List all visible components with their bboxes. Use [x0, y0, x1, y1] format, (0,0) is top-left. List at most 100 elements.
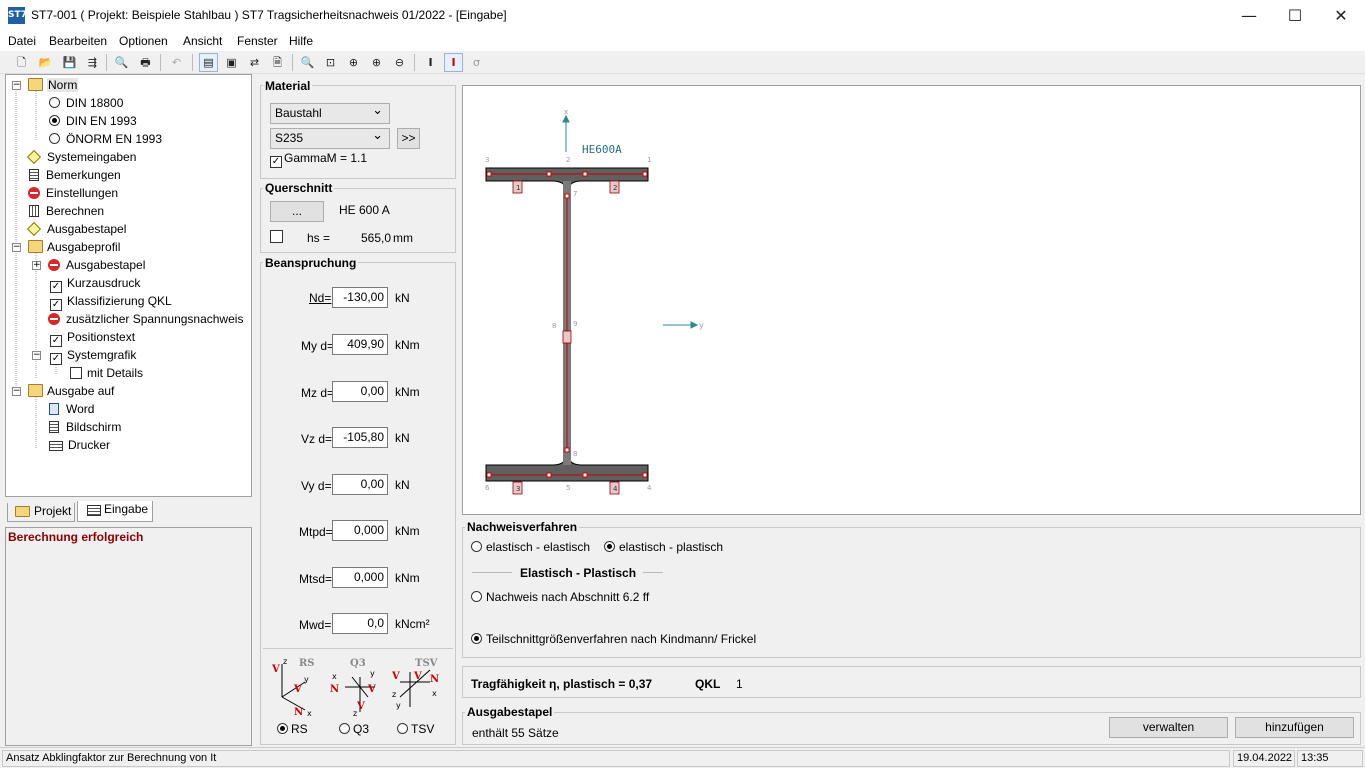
point-label: 5 — [566, 484, 570, 492]
tree-item-norm[interactable]: Norm — [28, 76, 79, 94]
tree-item-positionstext[interactable]: ✓ Positionstext — [50, 328, 135, 347]
zoom-in-icon[interactable]: ⊕ — [367, 53, 386, 72]
expand-toggle[interactable]: + — [32, 261, 41, 270]
input-view-icon[interactable]: ▤ — [199, 53, 218, 72]
svg-text:x: x — [307, 709, 312, 718]
material-more-button[interactable]: >> — [397, 128, 420, 149]
printer-icon — [49, 441, 63, 451]
hinzufuegen-button[interactable]: hinzufügen — [1235, 717, 1354, 738]
menu-bearbeiten[interactable]: Bearbeiten — [49, 34, 107, 48]
vy-input[interactable]: 0,00 — [332, 474, 388, 495]
svg-text:N: N — [294, 707, 303, 718]
gamma-checkbox-row[interactable]: ✓ GammaM = 1.1 — [270, 151, 367, 168]
method-elastic-plastic-radio[interactable]: elastisch - plastisch — [604, 540, 723, 554]
tree-item-einstellungen[interactable]: Einstellungen — [28, 184, 118, 202]
tab-projekt[interactable]: Projekt — [7, 503, 75, 522]
preview-icon[interactable]: 🔍 — [112, 53, 131, 72]
vz-input[interactable]: -105,80 — [332, 427, 388, 448]
cross-section-drawing[interactable]: 1 2 3 4 1 2 3 4 5 6 7 8 9 8 x y HE600A — [462, 85, 1361, 515]
expand-toggle[interactable]: − — [12, 387, 21, 396]
zoom-window-icon[interactable]: ⊡ — [321, 53, 340, 72]
material-type-dropdown[interactable]: Baustahl — [270, 101, 390, 124]
tree-item-systemgrafik[interactable]: ✓ Systemgrafik — [50, 346, 136, 365]
transfer-icon[interactable]: ⇄ — [245, 53, 264, 72]
point-label: 8 — [573, 450, 577, 458]
save-icon[interactable]: 💾 — [60, 53, 79, 72]
stop-icon — [48, 259, 60, 271]
tab-eingabe[interactable]: Eingabe — [77, 501, 153, 522]
svg-text:V: V — [356, 701, 365, 712]
mz-input[interactable]: 0,00 — [332, 381, 388, 402]
method-kindmann-radio[interactable]: Teilschnittgrößenverfahren nach Kindmann… — [471, 632, 756, 646]
zoom-icon[interactable]: 🔍 — [298, 53, 317, 72]
section-red-icon[interactable]: I — [444, 53, 463, 72]
tree-item-kurzausdruck[interactable]: ✓ Kurzausdruck — [50, 274, 140, 293]
tree-item-klassifizierung[interactable]: ✓ Klassifizierung QKL — [50, 292, 172, 311]
document-icon[interactable]: 🗎 — [268, 53, 287, 72]
sigma-tau-icon[interactable]: σ — [467, 53, 486, 72]
tree-item-systemeingaben[interactable]: Systemeingaben — [26, 148, 136, 166]
tree-item-ausgabeprofil[interactable]: Ausgabeprofil — [28, 238, 120, 256]
menu-optionen[interactable]: Optionen — [119, 34, 168, 48]
menu-datei[interactable]: Datei — [8, 34, 36, 48]
point-label: 9 — [573, 320, 577, 328]
tree-item-ausgabestapel[interactable]: Ausgabestapel — [26, 220, 126, 238]
tree-item-word[interactable]: Word — [47, 400, 94, 418]
new-icon[interactable]: 🗋 — [12, 53, 31, 72]
vy-unit: kN — [395, 478, 410, 492]
menu-fenster[interactable]: Fenster — [237, 34, 278, 48]
svg-text:N: N — [430, 674, 439, 685]
tree-item-onorm[interactable]: ÖNORM EN 1993 — [49, 130, 162, 148]
export-icon[interactable]: ⇶ — [83, 53, 102, 72]
verwalten-button[interactable]: verwalten — [1109, 717, 1228, 738]
toolbar-separator — [106, 54, 107, 71]
tree-item-zusaetzlich[interactable]: zusätzlicher Spannungsnachweis — [48, 310, 243, 328]
profile-select-button[interactable]: ... — [270, 201, 324, 222]
tree-item-bildschirm[interactable]: Bildschirm — [47, 418, 121, 436]
tree-item-din18800[interactable]: DIN 18800 — [49, 94, 123, 112]
gamma-label: GammaM = 1.1 — [284, 151, 368, 165]
svg-text:y: y — [304, 675, 309, 684]
maximize-button[interactable]: ☐ — [1272, 0, 1318, 31]
tree-item-ausgabeauf[interactable]: Ausgabe auf — [28, 382, 114, 400]
print-icon[interactable]: 🖶 — [136, 53, 155, 72]
close-button[interactable]: ✕ — [1318, 0, 1364, 31]
diamond-icon — [26, 221, 42, 237]
my-input[interactable]: 409,90 — [332, 334, 388, 355]
tree-item-ausgabestapel-profil[interactable]: Ausgabestapel — [48, 256, 145, 274]
svg-text:V: V — [293, 684, 302, 695]
menu-ansicht[interactable]: Ansicht — [183, 34, 222, 48]
tree-item-bemerkungen[interactable]: Bemerkungen — [27, 166, 121, 184]
svg-text:N: N — [330, 684, 339, 695]
expand-toggle[interactable]: − — [32, 351, 41, 360]
tree-item-berechnen[interactable]: Berechnen — [27, 202, 104, 220]
tree-item-dinen1993[interactable]: DIN EN 1993 — [49, 112, 137, 130]
tree-item-mitdetails[interactable]: mit Details — [70, 364, 143, 382]
zoom-out-icon[interactable]: ⊖ — [390, 53, 409, 72]
word-icon — [49, 403, 59, 415]
section-icon[interactable]: I — [421, 53, 440, 72]
nd-input[interactable]: -130,00 — [332, 287, 388, 308]
undo-icon[interactable]: ↶ — [167, 53, 186, 72]
expand-toggle[interactable]: − — [12, 243, 21, 252]
mwd-input[interactable]: 0,0 — [332, 613, 388, 634]
hs-checkbox[interactable] — [270, 230, 283, 243]
tree-item-drucker[interactable]: Drucker — [47, 436, 110, 454]
minimize-button[interactable]: — — [1226, 0, 1272, 31]
steel-grade-dropdown[interactable]: S235 — [270, 126, 390, 149]
mtsd-input[interactable]: 0,000 — [332, 567, 388, 588]
expand-toggle[interactable]: − — [12, 81, 21, 90]
system-tsv-radio[interactable]: TSV — [397, 722, 434, 736]
system-q3-radio[interactable]: Q3 — [339, 722, 369, 736]
menu-hilfe[interactable]: Hilfe — [289, 34, 313, 48]
window-view-icon[interactable]: ▣ — [222, 53, 241, 72]
zoom-all-icon[interactable]: ⊕ — [344, 53, 363, 72]
method-section-62-radio[interactable]: Nachweis nach Abschnitt 6.2 ff — [471, 590, 649, 604]
open-icon[interactable]: 📂 — [36, 53, 55, 72]
status-bar: Ansatz Abklingfaktor zur Berechnung von … — [0, 747, 1365, 768]
profile-label: HE600A — [582, 143, 622, 156]
mtpd-input[interactable]: 0,000 — [332, 520, 388, 541]
system-rs-radio[interactable]: RS — [277, 722, 308, 736]
method-elastic-elastic-radio[interactable]: elastisch - elastisch — [471, 540, 590, 554]
nd-label: Nd= — [309, 291, 332, 305]
